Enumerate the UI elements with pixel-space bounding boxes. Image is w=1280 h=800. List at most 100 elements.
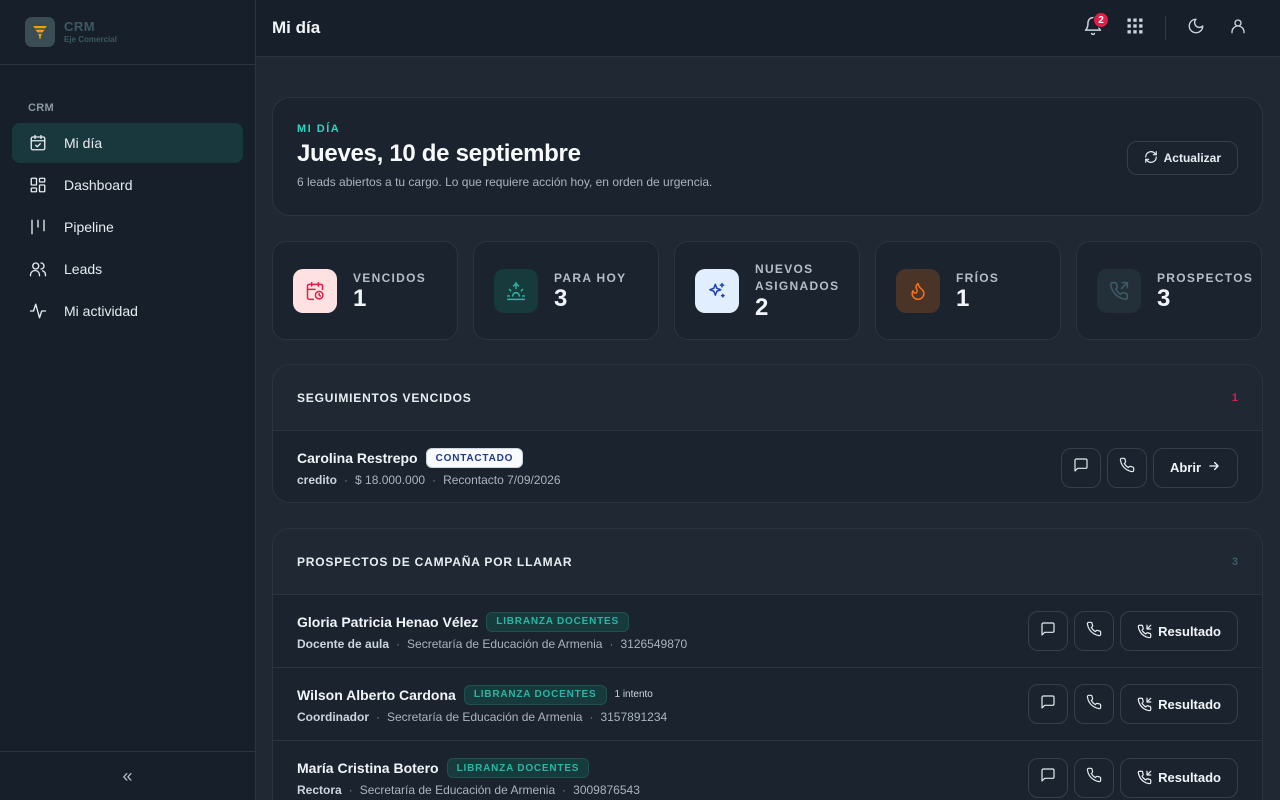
lead-name[interactable]: Carolina Restrepo bbox=[297, 450, 418, 466]
stat-label: VENCIDOS bbox=[353, 270, 427, 285]
result-label: Resultado bbox=[1158, 623, 1221, 639]
call-button[interactable] bbox=[1074, 757, 1115, 798]
sunrise-icon bbox=[494, 268, 538, 313]
prospect-name[interactable]: Wilson Alberto Cardona bbox=[297, 687, 456, 703]
sidebar-item-label: Dashboard bbox=[64, 177, 133, 193]
brand-subtitle: Eje Comercial bbox=[64, 35, 117, 44]
call-button[interactable] bbox=[1074, 684, 1115, 724]
campaign-badge: LIBRANZA DOCENTES bbox=[463, 684, 607, 705]
open-lead-button[interactable]: Abrir bbox=[1152, 447, 1238, 488]
dashboard-icon bbox=[29, 176, 47, 194]
brand-title: CRM bbox=[64, 19, 96, 34]
stat-card-nuevos-asignados[interactable]: NUEVOS ASIGNADOS 2 bbox=[674, 241, 860, 340]
arrow-right-icon bbox=[1207, 459, 1221, 476]
moon-icon bbox=[1187, 17, 1205, 40]
stat-card-frios[interactable]: FRÍOS 1 bbox=[875, 241, 1061, 340]
call-button[interactable] bbox=[1106, 447, 1147, 488]
calendar-clock-icon bbox=[293, 268, 337, 313]
stat-label: PROSPECTOS bbox=[1157, 270, 1254, 285]
theme-toggle-button[interactable] bbox=[1178, 10, 1214, 46]
user-icon bbox=[1229, 17, 1247, 40]
top-header: Mi día 2 bbox=[256, 0, 1280, 57]
hero-eyebrow: MI DÍA bbox=[297, 123, 341, 135]
main-content: MI DÍA Jueves, 10 de septiembre 6 leads … bbox=[256, 57, 1280, 800]
calendar-check-icon bbox=[29, 134, 47, 152]
result-button[interactable]: Resultado bbox=[1120, 611, 1238, 651]
users-icon bbox=[29, 260, 47, 278]
phone-icon bbox=[1086, 767, 1102, 788]
overdue-section: SEGUIMIENTOS VENCIDOS 1 Carolina Restrep… bbox=[272, 364, 1263, 503]
stat-label: FRÍOS bbox=[956, 270, 1000, 285]
campaign-badge: LIBRANZA DOCENTES bbox=[446, 758, 590, 778]
phone-callback-icon bbox=[1137, 624, 1152, 639]
refresh-button[interactable]: Actualizar bbox=[1126, 141, 1238, 175]
prospect-entity: Secretaría de Educación de Armenia bbox=[407, 636, 603, 651]
prospect-row[interactable]: Gloria Patricia Henao Vélez LIBRANZA DOC… bbox=[273, 595, 1262, 668]
result-label: Resultado bbox=[1158, 696, 1221, 712]
pipeline-icon bbox=[29, 218, 47, 236]
sidebar-item-label: Pipeline bbox=[64, 219, 114, 235]
result-button[interactable]: Resultado bbox=[1120, 757, 1238, 798]
prospect-row[interactable]: Wilson Alberto Cardona LIBRANZA DOCENTES… bbox=[273, 668, 1262, 741]
phone-icon bbox=[1119, 457, 1135, 478]
sidebar-item-label: Mi actividad bbox=[64, 303, 138, 319]
message-icon bbox=[1073, 457, 1089, 478]
lead-row[interactable]: Carolina Restrepo CONTACTADO credito · $… bbox=[273, 431, 1262, 502]
flame-icon bbox=[896, 268, 940, 313]
phone-outgoing-icon bbox=[1097, 268, 1141, 313]
section-count: 3 bbox=[1231, 555, 1238, 568]
prospect-phone: 3009876543 bbox=[573, 783, 640, 797]
brand[interactable]: CRM Eje Comercial bbox=[0, 0, 255, 65]
message-button[interactable] bbox=[1028, 757, 1069, 798]
chevrons-left-icon: « bbox=[122, 765, 133, 786]
apps-button[interactable] bbox=[1117, 10, 1153, 46]
stat-label: NUEVOS ASIGNADOS bbox=[755, 262, 840, 293]
message-button[interactable] bbox=[1060, 447, 1101, 488]
sidebar-item-label: Mi día bbox=[64, 135, 103, 151]
sidebar-item-dashboard[interactable]: Dashboard bbox=[12, 165, 243, 205]
sidebar-item-mi-actividad[interactable]: Mi actividad bbox=[12, 291, 243, 331]
lead-product: credito bbox=[297, 473, 338, 487]
prospect-name[interactable]: Gloria Patricia Henao Vélez bbox=[297, 614, 478, 630]
funnel-logo-icon bbox=[25, 17, 55, 47]
stat-value: 1 bbox=[956, 285, 970, 313]
user-menu-button[interactable] bbox=[1220, 10, 1256, 46]
lead-amount: $ 18.000.000 bbox=[355, 473, 426, 487]
sidebar-item-pipeline[interactable]: Pipeline bbox=[12, 207, 243, 247]
campaign-badge: LIBRANZA DOCENTES bbox=[486, 611, 629, 632]
hero-date-title: Jueves, 10 de septiembre bbox=[297, 140, 581, 167]
prospects-section: PROSPECTOS DE CAMPAÑA POR LLAMAR 3 Glori… bbox=[272, 528, 1263, 800]
message-icon bbox=[1040, 621, 1056, 642]
message-icon bbox=[1040, 694, 1056, 715]
page-title: Mi día bbox=[272, 18, 321, 37]
stat-card-prospectos[interactable]: PROSPECTOS 3 bbox=[1076, 241, 1262, 340]
prospect-entity: Secretaría de Educación de Armenia bbox=[387, 709, 583, 724]
stat-value: 3 bbox=[554, 285, 568, 313]
call-button[interactable] bbox=[1074, 611, 1115, 651]
result-button[interactable]: Resultado bbox=[1120, 684, 1238, 724]
section-header: PROSPECTOS DE CAMPAÑA POR LLAMAR 3 bbox=[273, 529, 1262, 595]
prospect-role: Docente de aula bbox=[297, 636, 390, 651]
stat-card-vencidos[interactable]: VENCIDOS 1 bbox=[272, 241, 458, 340]
collapse-sidebar-button[interactable]: « bbox=[0, 751, 255, 800]
hero-subtitle: 6 leads abiertos a tu cargo. Lo que requ… bbox=[297, 175, 713, 189]
attempt-count: 1 intento bbox=[614, 689, 653, 700]
section-title: SEGUIMIENTOS VENCIDOS bbox=[297, 390, 472, 405]
stat-card-para-hoy[interactable]: PARA HOY 3 bbox=[473, 241, 659, 340]
stat-label: PARA HOY bbox=[554, 270, 627, 285]
prospect-row[interactable]: María Cristina Botero LIBRANZA DOCENTES … bbox=[273, 741, 1262, 800]
section-count: 1 bbox=[1231, 391, 1238, 404]
section-header: SEGUIMIENTOS VENCIDOS 1 bbox=[273, 365, 1262, 431]
notifications-button[interactable]: 2 bbox=[1075, 10, 1111, 46]
prospect-role: Rectora bbox=[297, 783, 342, 797]
sidebar-item-mi-dia[interactable]: Mi día bbox=[12, 123, 243, 163]
header-actions: 2 bbox=[1069, 10, 1256, 46]
nav-section-label: CRM bbox=[28, 102, 54, 114]
prospect-name[interactable]: María Cristina Botero bbox=[297, 760, 439, 776]
stats-row: VENCIDOS 1 PARA HOY 3 NUEVOS ASIGNADOS 2 bbox=[272, 241, 1262, 340]
message-button[interactable] bbox=[1028, 684, 1069, 724]
message-button[interactable] bbox=[1028, 611, 1069, 651]
header-divider bbox=[1165, 16, 1166, 40]
prospect-entity: Secretaría de Educación de Armenia bbox=[359, 783, 556, 797]
sidebar-item-leads[interactable]: Leads bbox=[12, 249, 243, 289]
